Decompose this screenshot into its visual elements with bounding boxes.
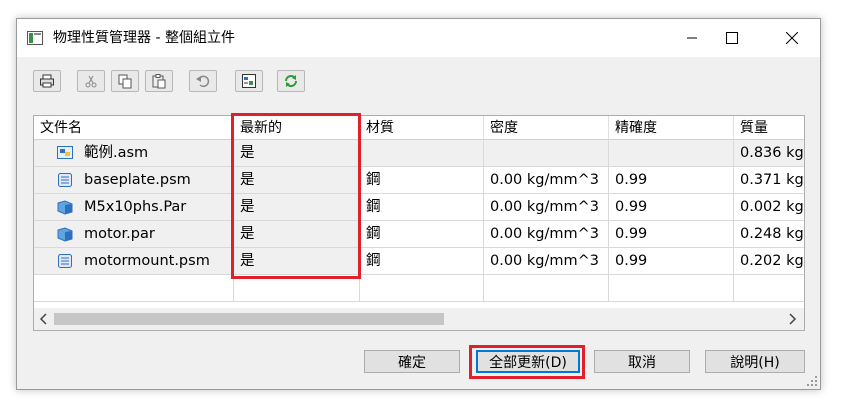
minimize-icon <box>687 37 697 39</box>
accuracy-cell[interactable]: 0.99 <box>609 248 734 275</box>
table-row[interactable]: motor.par 是 鋼 0.00 kg/mm^3 0.99 0.248 kg <box>34 221 804 248</box>
column-header-mass[interactable]: 質量 <box>734 116 804 140</box>
paste-icon <box>152 74 166 89</box>
undo-button[interactable] <box>189 70 217 92</box>
scroll-right-icon[interactable] <box>786 312 798 326</box>
undo-icon <box>196 75 210 88</box>
refresh-button[interactable] <box>277 70 305 92</box>
paste-button[interactable] <box>145 70 173 92</box>
column-header-filename[interactable]: 文件名 <box>34 116 234 140</box>
refresh-icon <box>285 75 297 87</box>
empty-row <box>34 275 804 302</box>
material-cell[interactable]: 鋼 <box>360 221 484 248</box>
column-header-density[interactable]: 密度 <box>484 116 609 140</box>
window-title: 物理性質管理器 - 整個組立件 <box>53 30 235 46</box>
properties-icon <box>242 74 256 88</box>
copy-icon <box>118 74 132 89</box>
accuracy-cell[interactable]: 0.99 <box>609 167 734 194</box>
accuracy-cell[interactable]: 0.99 <box>609 194 734 221</box>
material-cell[interactable]: 鋼 <box>360 248 484 275</box>
mass-cell[interactable]: 0.248 kg <box>734 221 804 248</box>
density-cell[interactable]: 0.00 kg/mm^3 <box>484 221 609 248</box>
accuracy-cell[interactable]: 0.99 <box>609 221 734 248</box>
density-cell <box>484 140 609 167</box>
close-button[interactable] <box>769 19 815 57</box>
cut-icon <box>85 75 97 88</box>
mass-cell[interactable]: 0.002 kg <box>734 194 804 221</box>
app-icon <box>27 31 43 45</box>
filename-text: motormount.psm <box>84 253 210 269</box>
table-row[interactable]: baseplate.psm 是 鋼 0.00 kg/mm^3 0.99 0.37… <box>34 167 804 194</box>
column-header-material[interactable]: 材質 <box>360 116 484 140</box>
scrollbar-thumb[interactable] <box>54 313 444 325</box>
column-header-accuracy[interactable]: 精確度 <box>609 116 734 140</box>
material-cell[interactable]: 鋼 <box>360 194 484 221</box>
empty-cell <box>234 275 360 302</box>
close-icon <box>786 32 798 44</box>
empty-cell <box>360 275 484 302</box>
print-button[interactable] <box>33 70 61 92</box>
empty-cell <box>734 275 804 302</box>
update-all-button[interactable]: 全部更新(D) <box>476 350 580 373</box>
filename-text: M5x10phs.Par <box>84 199 187 215</box>
properties-button[interactable] <box>235 70 263 92</box>
filename-cell: motormount.psm <box>34 248 234 275</box>
title-bar[interactable]: 物理性質管理器 - 整個組立件 <box>17 19 820 57</box>
latest-cell: 是 <box>234 194 360 221</box>
table-header: 文件名 最新的 材質 密度 精確度 質量 <box>34 116 804 140</box>
material-cell[interactable]: 鋼 <box>360 167 484 194</box>
column-header-latest[interactable]: 最新的 <box>234 116 360 140</box>
horizontal-scrollbar[interactable] <box>34 308 804 330</box>
empty-cell <box>484 275 609 302</box>
density-cell[interactable]: 0.00 kg/mm^3 <box>484 167 609 194</box>
table-row[interactable]: M5x10phs.Par 是 鋼 0.00 kg/mm^3 0.99 0.002… <box>34 194 804 221</box>
material-cell <box>360 140 484 167</box>
help-button[interactable]: 說明(H) <box>705 350 805 373</box>
filename-text: motor.par <box>84 226 155 242</box>
table-row[interactable]: 範例.asm 是 0.836 kg <box>34 140 804 167</box>
filename-cell: 範例.asm <box>34 140 234 167</box>
empty-cell <box>34 275 234 302</box>
properties-table: 文件名 最新的 材質 密度 精確度 質量 範例.asm 是 0.836 kg b… <box>33 115 805 331</box>
empty-cell <box>609 275 734 302</box>
print-icon <box>40 74 54 88</box>
latest-cell: 是 <box>234 140 360 167</box>
resize-grip-icon[interactable] <box>806 375 818 387</box>
filename-text: baseplate.psm <box>84 172 191 188</box>
accuracy-cell <box>609 140 734 167</box>
maximize-button[interactable] <box>709 19 755 57</box>
sheetmetal-icon <box>58 173 72 187</box>
latest-cell: 是 <box>234 248 360 275</box>
filename-text: 範例.asm <box>84 145 149 161</box>
mass-cell: 0.836 kg <box>734 140 804 167</box>
latest-cell: 是 <box>234 167 360 194</box>
ok-button[interactable]: 確定 <box>364 350 460 373</box>
mass-cell[interactable]: 0.371 kg <box>734 167 804 194</box>
part-icon <box>57 227 73 242</box>
density-cell[interactable]: 0.00 kg/mm^3 <box>484 248 609 275</box>
physical-properties-dialog: 物理性質管理器 - 整個組立件 文件名 最新的 材質 密度 精確度 質量 範例.… <box>16 18 821 390</box>
filename-cell: motor.par <box>34 221 234 248</box>
latest-cell: 是 <box>234 221 360 248</box>
filename-cell: baseplate.psm <box>34 167 234 194</box>
toolbar <box>33 70 333 94</box>
assembly-icon <box>57 146 73 159</box>
filename-cell: M5x10phs.Par <box>34 194 234 221</box>
copy-button[interactable] <box>111 70 139 92</box>
mass-cell[interactable]: 0.202 kg <box>734 248 804 275</box>
cut-button[interactable] <box>77 70 105 92</box>
table-row[interactable]: motormount.psm 是 鋼 0.00 kg/mm^3 0.99 0.2… <box>34 248 804 275</box>
scroll-left-icon[interactable] <box>38 312 50 326</box>
sheetmetal-icon <box>58 254 72 268</box>
density-cell[interactable]: 0.00 kg/mm^3 <box>484 194 609 221</box>
maximize-icon <box>726 32 738 44</box>
part-icon <box>57 200 73 215</box>
cancel-button[interactable]: 取消 <box>594 350 690 373</box>
